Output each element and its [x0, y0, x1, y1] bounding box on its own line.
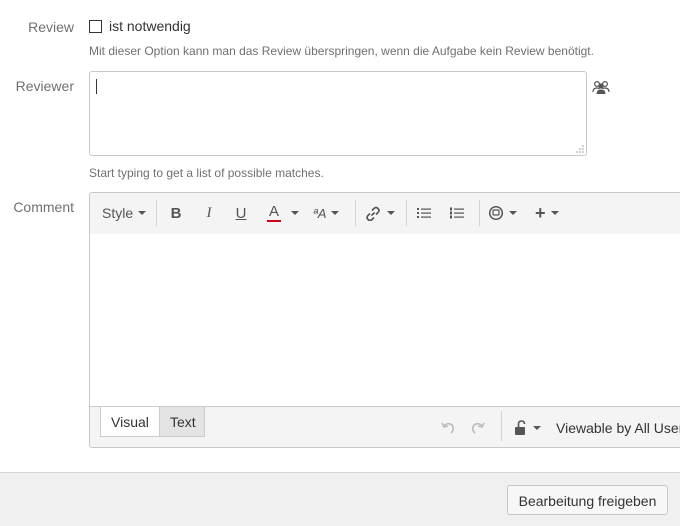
emoticon-button[interactable] [488, 201, 517, 225]
visibility-lock-dropdown[interactable] [514, 416, 541, 440]
text-color-dropdown[interactable] [289, 201, 301, 225]
undo-icon[interactable] [440, 420, 456, 436]
numbered-list-button[interactable] [449, 201, 465, 225]
comment-editor: Style B I U A ªA + Visual Text Viewable … [89, 192, 680, 448]
review-checkbox-label[interactable]: ist notwendig [109, 18, 191, 34]
link-icon [366, 206, 380, 221]
text-color-swatch [267, 219, 281, 222]
style-dropdown-label: Style [102, 205, 134, 221]
numbered-list-icon [450, 207, 464, 219]
chevron-down-icon [331, 211, 340, 215]
more-formatting-button[interactable]: ªA [313, 201, 340, 225]
toolbar-divider [501, 411, 502, 441]
bold-button[interactable]: B [167, 201, 185, 225]
style-dropdown[interactable]: Style [102, 201, 147, 225]
underline-icon: U [235, 204, 247, 222]
resize-grip-icon[interactable] [576, 145, 584, 153]
chevron-down-icon [533, 426, 541, 430]
editor-toolbar: Style B I U A ªA + [90, 193, 680, 235]
text-color-icon: A [268, 202, 279, 220]
unlock-icon [515, 420, 526, 435]
text-caret [96, 79, 97, 94]
chevron-down-icon [291, 211, 299, 215]
toolbar-divider [479, 200, 480, 226]
link-button[interactable] [364, 201, 395, 225]
plus-icon: + [535, 202, 546, 223]
more-formatting-icon: ªA [313, 205, 327, 221]
users-icon[interactable] [592, 79, 610, 95]
review-hint: Mit dieser Option kann man das Review üb… [89, 44, 594, 58]
reviewer-hint: Start typing to get a list of possible m… [89, 166, 324, 180]
chevron-down-icon [138, 211, 147, 215]
viewable-label: Viewable by All Users [556, 420, 680, 436]
tab-text[interactable]: Text [159, 407, 205, 437]
toolbar-divider [156, 200, 157, 226]
underline-button[interactable]: U [232, 201, 250, 225]
bullet-list-icon [417, 208, 431, 218]
release-work-button[interactable]: Bearbeitung freigeben [507, 485, 668, 515]
chevron-down-icon [550, 211, 559, 215]
tab-visual[interactable]: Visual [100, 407, 160, 437]
toolbar-divider [406, 200, 407, 226]
comment-label: Comment [13, 199, 74, 215]
bold-icon: B [170, 204, 182, 222]
emoticon-icon [488, 205, 504, 221]
toolbar-divider [355, 200, 356, 226]
chevron-down-icon [509, 211, 517, 215]
insert-more-button[interactable]: + [535, 201, 559, 225]
redo-icon[interactable] [470, 420, 486, 436]
reviewer-label: Reviewer [15, 78, 74, 94]
italic-button[interactable]: I [200, 201, 218, 225]
review-checkbox[interactable] [89, 20, 102, 33]
chevron-down-icon [387, 211, 395, 215]
comment-content-area[interactable] [90, 234, 680, 406]
editor-bottom-bar: Visual Text Viewable by All Users [90, 406, 680, 447]
reviewer-input[interactable] [89, 71, 587, 156]
italic-icon: I [206, 204, 212, 221]
review-label: Review [28, 19, 74, 35]
text-color-button[interactable]: A [265, 201, 283, 225]
bullet-list-button[interactable] [416, 201, 432, 225]
